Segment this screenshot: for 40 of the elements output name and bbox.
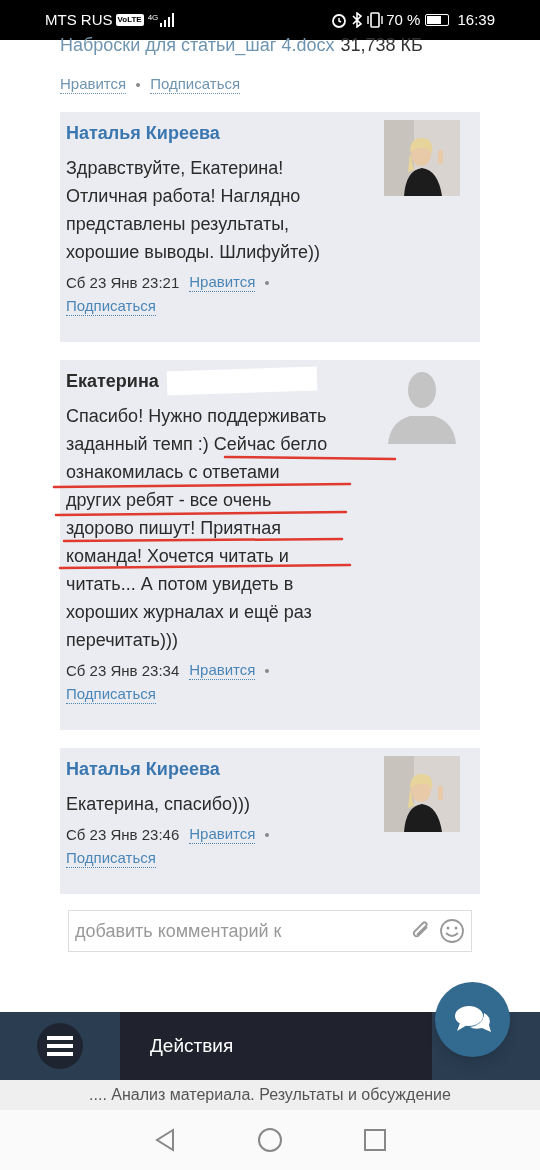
comment-input[interactable]: добавить комментарий к — [75, 917, 403, 945]
author-name: Екатерина — [66, 369, 159, 393]
action-link[interactable]: Подписаться — [150, 75, 241, 94]
signal-icon — [160, 13, 177, 27]
chat-bubbles-icon — [453, 1004, 492, 1035]
recents-icon[interactable] — [363, 1128, 387, 1152]
page-title: .... Анализ материала. Результаты и обсуждение — [89, 1085, 451, 1105]
comment-field[interactable]: добавить комментарий к — [68, 910, 472, 952]
battery-percent: 70 % — [386, 9, 421, 30]
smiley-icon[interactable] — [439, 918, 465, 944]
action-link[interactable]: Нравится — [189, 661, 256, 680]
vibrate-icon — [366, 12, 385, 28]
actions-panel[interactable]: Действия — [120, 1012, 432, 1080]
network-type: 4G — [147, 12, 159, 24]
comment-date: Сб 23 Янв 23:21 — [66, 273, 180, 293]
action-link[interactable]: Нравится — [60, 75, 127, 94]
menu-button[interactable] — [37, 1023, 83, 1069]
action-link[interactable]: Подписаться — [66, 849, 156, 868]
action-link[interactable]: Подписаться — [66, 297, 156, 316]
action-link[interactable]: Подписаться — [66, 685, 156, 704]
volte-badge: VoLTE — [115, 14, 144, 26]
comment-text: Здравствуйте, Екатерина! Отличная работа! Наглядно представлены результаты, хорошие выводы. Шлифуйте)) — [66, 157, 321, 264]
battery-icon — [425, 14, 450, 26]
comment-text: Спасибо! Нужно поддерживать заданный темп :) Сейчас бегло ознакомилась с ответами других ребят - все очень здорово пишут! Приятная команда! Хочется читать и читать... А потом увидеть в хороших журналах и ещё раз перечитать))) — [66, 405, 329, 652]
comment-text: Екатерина, спасибо))) — [66, 793, 252, 816]
comment-date: Сб 23 Янв 23:46 — [66, 825, 180, 845]
file-link[interactable]: Наброски для статьи_шаг 4.docx — [60, 32, 335, 59]
action-link[interactable]: Нравится — [189, 273, 256, 292]
file-size: 31,738 КБ — [340, 34, 423, 57]
bluetooth-icon — [351, 12, 364, 28]
back-icon[interactable] — [153, 1128, 177, 1152]
carrier-name: MTS RUS — [45, 9, 113, 30]
home-icon[interactable] — [257, 1127, 283, 1153]
comment-date: Сб 23 Янв 23:34 — [66, 661, 180, 681]
actions-label: Действия — [150, 1033, 234, 1058]
author-name[interactable]: Наталья Киреева — [66, 755, 220, 783]
action-link[interactable]: Нравится — [189, 825, 256, 844]
clock: 16:39 — [457, 9, 495, 30]
alarm-icon — [331, 12, 348, 28]
author-name[interactable]: Наталья Киреева — [66, 119, 220, 147]
